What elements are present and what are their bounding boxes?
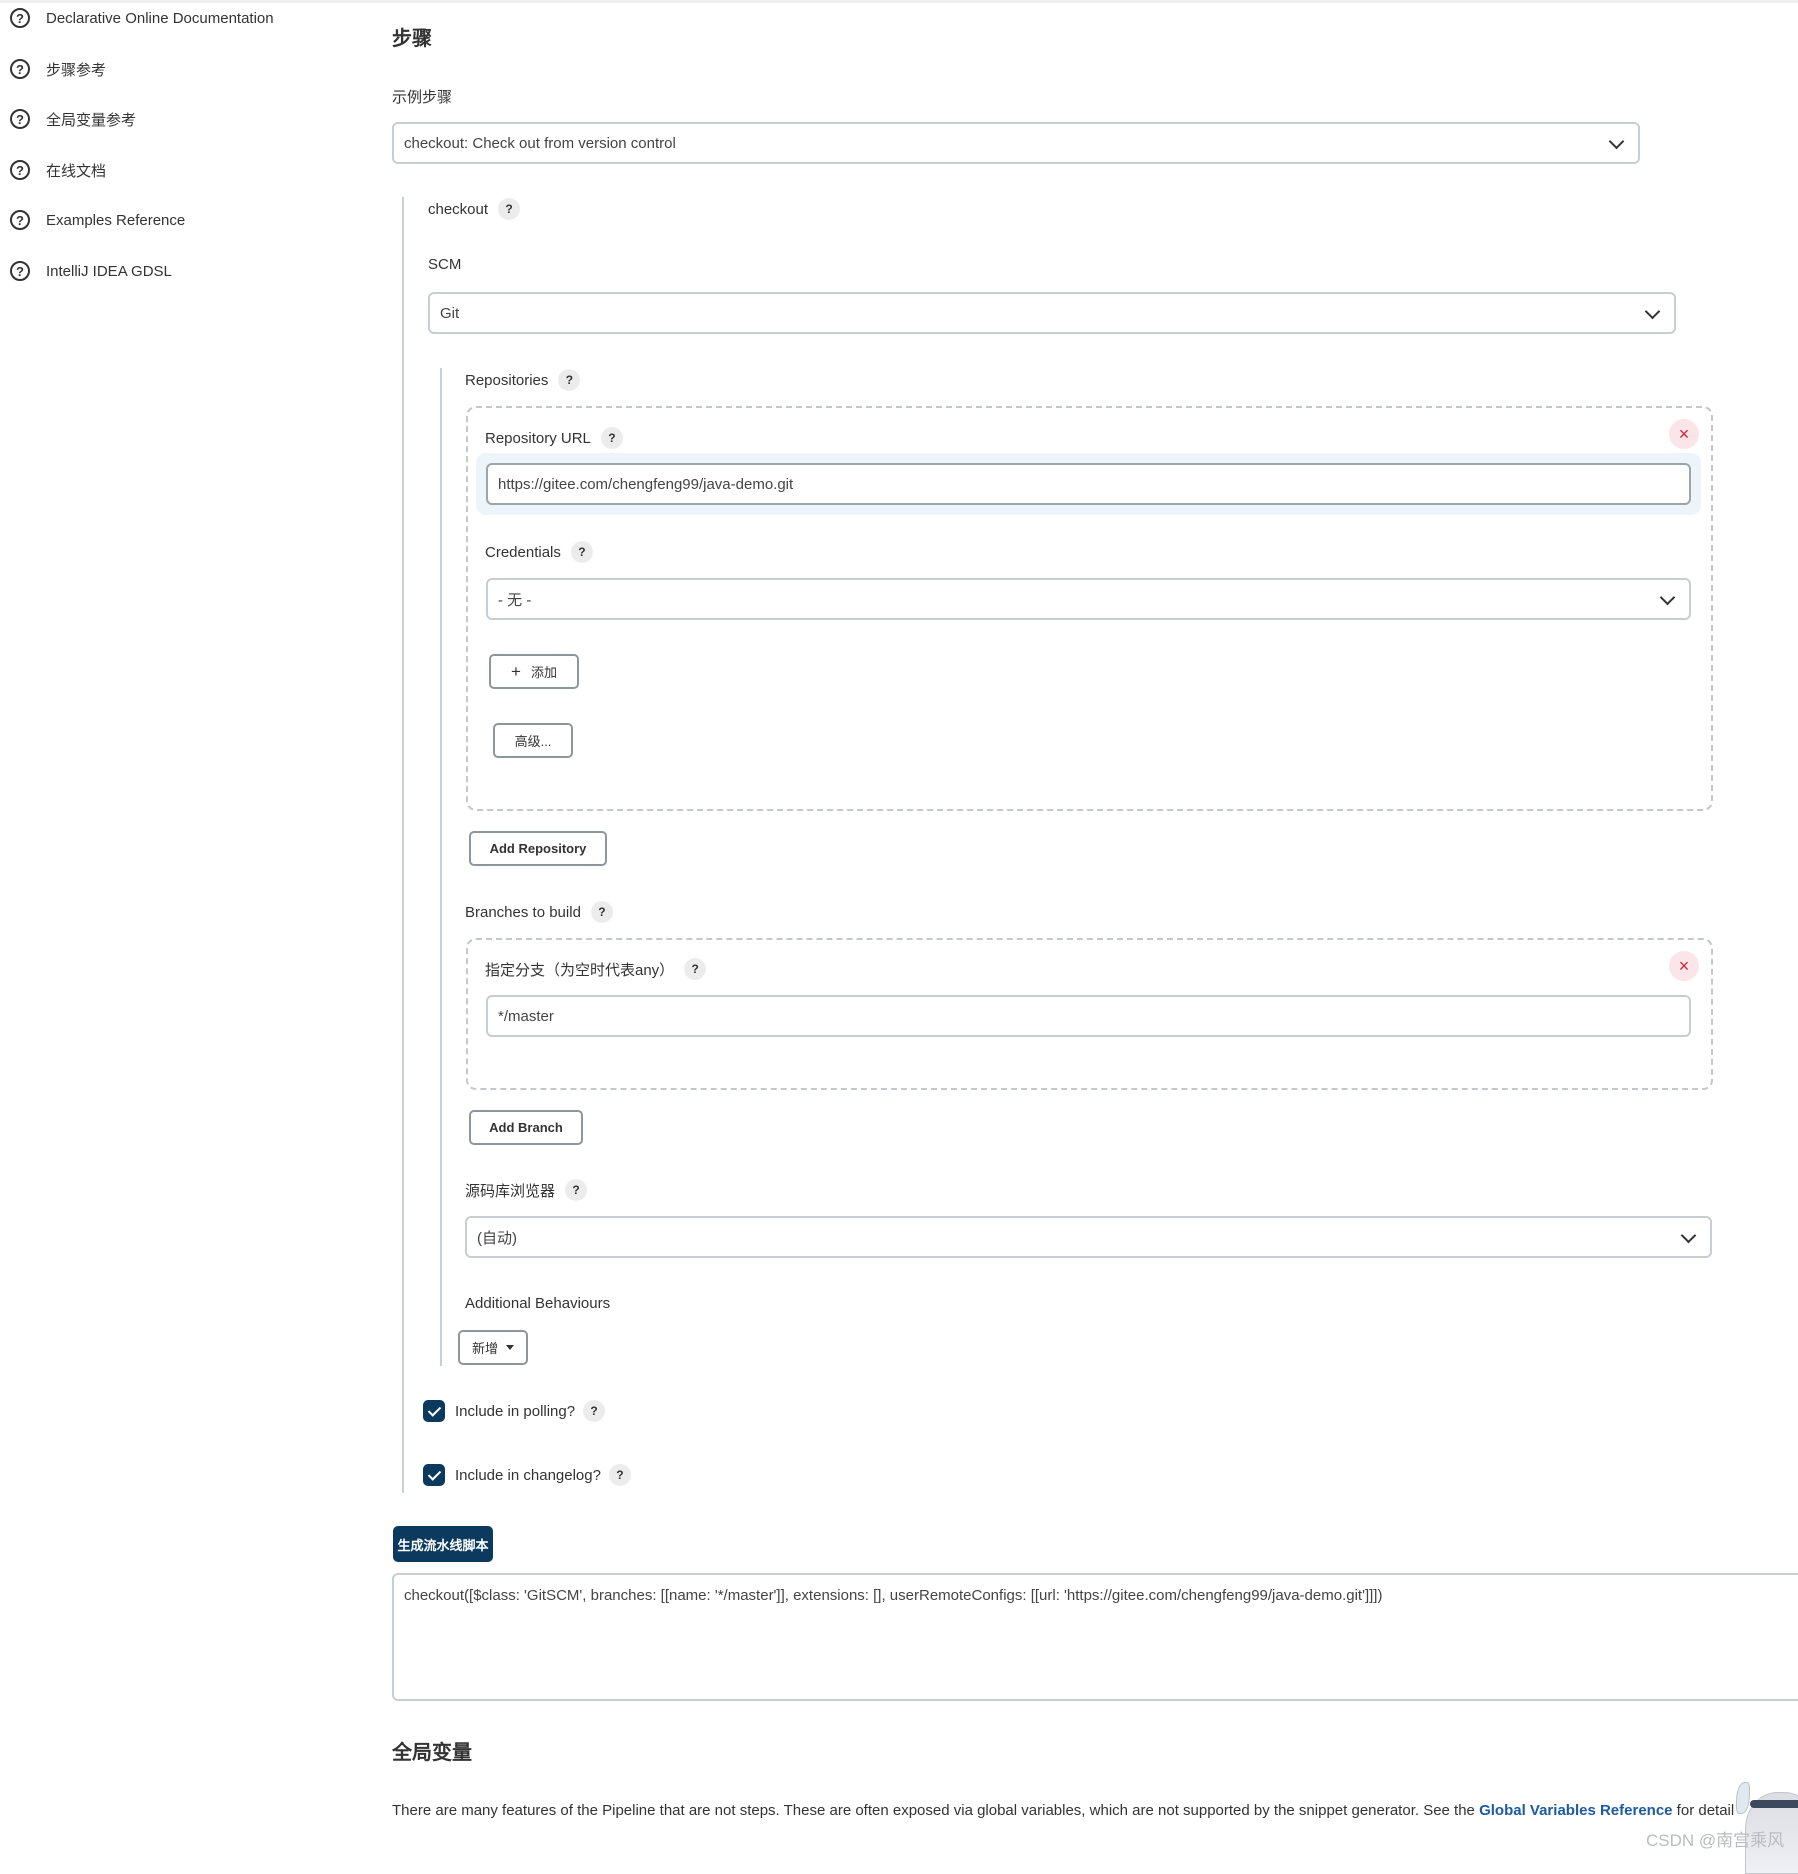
branch-specifier-label-text: 指定分支（为空时代表any） xyxy=(485,961,675,979)
credentials-value: - 无 - xyxy=(498,591,532,609)
global-vars-title: 全局变量 xyxy=(392,1742,472,1764)
branch-specifier-input[interactable]: */master xyxy=(486,995,1691,1037)
chevron-down-icon xyxy=(1680,1227,1697,1244)
scm-value: Git xyxy=(440,304,460,322)
global-vars-description: There are many features of the Pipeline … xyxy=(392,1802,1734,1819)
help-icon[interactable]: ? xyxy=(570,541,593,563)
generate-script-button[interactable]: 生成流水线脚本 xyxy=(393,1526,493,1562)
sidebar-item-label: 步骤参考 xyxy=(46,61,107,79)
additional-behaviours-label: Additional Behaviours xyxy=(465,1295,611,1312)
branches-label: Branches to build ? xyxy=(465,901,613,923)
sample-step-select[interactable]: checkout: Check out from version control xyxy=(392,122,1640,164)
top-border xyxy=(0,0,1798,3)
sidebar-item-declarative-docs[interactable]: ? Declarative Online Documentation xyxy=(10,4,274,32)
add-repository-button[interactable]: Add Repository xyxy=(469,831,607,866)
include-polling-label: Include in polling? ? xyxy=(455,1400,606,1422)
help-circle-icon: ? xyxy=(10,160,30,180)
help-icon[interactable]: ? xyxy=(565,1179,588,1201)
help-icon[interactable]: ? xyxy=(558,369,581,391)
sidebar-item-label: Examples Reference xyxy=(46,211,186,229)
branches-label-text: Branches to build xyxy=(465,903,581,921)
include-changelog-label: Include in changelog? ? xyxy=(455,1464,631,1486)
repositories-label: Repositories ? xyxy=(465,369,581,391)
git-section-rule xyxy=(440,368,442,1366)
sample-step-value: checkout: Check out from version control xyxy=(404,134,676,152)
repo-browser-value: (自动) xyxy=(477,1229,517,1247)
advanced-button[interactable]: 高级... xyxy=(493,723,573,758)
checkout-label-text: checkout xyxy=(428,200,489,218)
repository-url-label-text: Repository URL xyxy=(485,429,591,447)
include-changelog-checkbox[interactable] xyxy=(423,1464,445,1486)
global-vars-text: There are many features of the Pipeline … xyxy=(392,1802,1480,1819)
sidebar-item-label: 全局变量参考 xyxy=(46,111,137,129)
credentials-select[interactable]: - 无 - xyxy=(486,578,1691,620)
sidebar-item-label: IntelliJ IDEA GDSL xyxy=(46,262,172,280)
generated-script-text: checkout([$class: 'GitSCM', branches: [[… xyxy=(404,1587,1383,1604)
mascot-horn-decoration xyxy=(1736,1782,1750,1814)
repositories-label-text: Repositories xyxy=(465,371,549,389)
sidebar-item-steps-reference[interactable]: ? 步骤参考 xyxy=(10,55,106,83)
add-branch-label: Add Branch xyxy=(489,1120,563,1135)
help-circle-icon: ? xyxy=(10,8,30,28)
add-credentials-button[interactable]: + 添加 xyxy=(489,654,579,689)
help-circle-icon: ? xyxy=(10,210,30,230)
help-icon[interactable]: ? xyxy=(583,1400,606,1422)
watermark: CSDN @南宫乘风 xyxy=(1646,1831,1785,1850)
sidebar-item-examples-reference[interactable]: ? Examples Reference xyxy=(10,206,185,234)
add-branch-button[interactable]: Add Branch xyxy=(469,1110,583,1145)
sidebar-item-online-docs[interactable]: ? 在线文档 xyxy=(10,156,106,184)
global-vars-reference-link[interactable]: Global Variables Reference xyxy=(1479,1802,1672,1819)
include-polling-checkbox[interactable] xyxy=(423,1400,445,1422)
repository-url-value: https://gitee.com/chengfeng99/java-demo.… xyxy=(498,475,794,493)
add-behaviour-dropdown[interactable]: 新增 xyxy=(458,1330,528,1365)
advanced-label: 高级... xyxy=(514,734,552,749)
include-polling-label-text: Include in polling? xyxy=(455,1402,576,1420)
chevron-down-icon xyxy=(1644,303,1661,320)
repo-browser-select[interactable]: (自动) xyxy=(465,1216,1712,1258)
global-vars-text-after: for detail xyxy=(1672,1802,1735,1819)
sample-step-label: 示例步骤 xyxy=(392,89,453,106)
remove-repository-button[interactable]: × xyxy=(1669,419,1699,449)
repo-browser-label: 源码库浏览器 ? xyxy=(465,1179,588,1201)
plus-icon: + xyxy=(511,661,521,681)
sidebar-item-intellij-gdsl[interactable]: ? IntelliJ IDEA GDSL xyxy=(10,257,172,285)
generate-script-label: 生成流水线脚本 xyxy=(397,1537,489,1553)
scm-label: SCM xyxy=(428,256,462,273)
repository-url-input[interactable]: https://gitee.com/chengfeng99/java-demo.… xyxy=(486,463,1691,505)
credentials-label: Credentials ? xyxy=(485,541,593,563)
include-changelog-label-text: Include in changelog? xyxy=(455,1466,601,1484)
repository-url-label: Repository URL ? xyxy=(485,427,623,449)
help-icon[interactable]: ? xyxy=(608,1464,631,1486)
add-credentials-label: 添加 xyxy=(530,665,557,680)
close-icon: × xyxy=(1678,423,1690,444)
sidebar-item-global-vars-reference[interactable]: ? 全局变量参考 xyxy=(10,105,136,133)
checkout-section-rule xyxy=(402,197,404,1493)
help-icon[interactable]: ? xyxy=(590,901,613,923)
branch-specifier-label: 指定分支（为空时代表any） ? xyxy=(485,958,707,980)
sidebar-item-label: 在线文档 xyxy=(46,162,107,180)
checkout-label: checkout ? xyxy=(428,198,521,220)
help-circle-icon: ? xyxy=(10,109,30,129)
branch-specifier-value: */master xyxy=(498,1007,554,1025)
mascot-band-decoration xyxy=(1750,1800,1798,1808)
scm-select[interactable]: Git xyxy=(428,292,1676,334)
help-circle-icon: ? xyxy=(10,261,30,281)
chevron-down-icon xyxy=(1608,133,1625,150)
remove-branch-button[interactable]: × xyxy=(1669,951,1699,981)
add-repository-label: Add Repository xyxy=(489,841,587,856)
help-icon[interactable]: ? xyxy=(600,427,623,449)
add-behaviour-label: 新增 xyxy=(471,1341,498,1356)
credentials-label-text: Credentials xyxy=(485,543,561,561)
caret-down-icon xyxy=(506,1345,514,1350)
chevron-down-icon xyxy=(1659,589,1676,606)
steps-title: 步骤 xyxy=(392,28,432,50)
help-icon[interactable]: ? xyxy=(498,198,521,220)
repo-browser-label-text: 源码库浏览器 xyxy=(465,1182,556,1200)
close-icon: × xyxy=(1678,955,1690,976)
sidebar-item-label: Declarative Online Documentation xyxy=(46,9,274,27)
generated-script-output[interactable]: checkout([$class: 'GitSCM', branches: [[… xyxy=(392,1573,1798,1701)
help-circle-icon: ? xyxy=(10,59,30,79)
help-icon[interactable]: ? xyxy=(684,958,707,980)
